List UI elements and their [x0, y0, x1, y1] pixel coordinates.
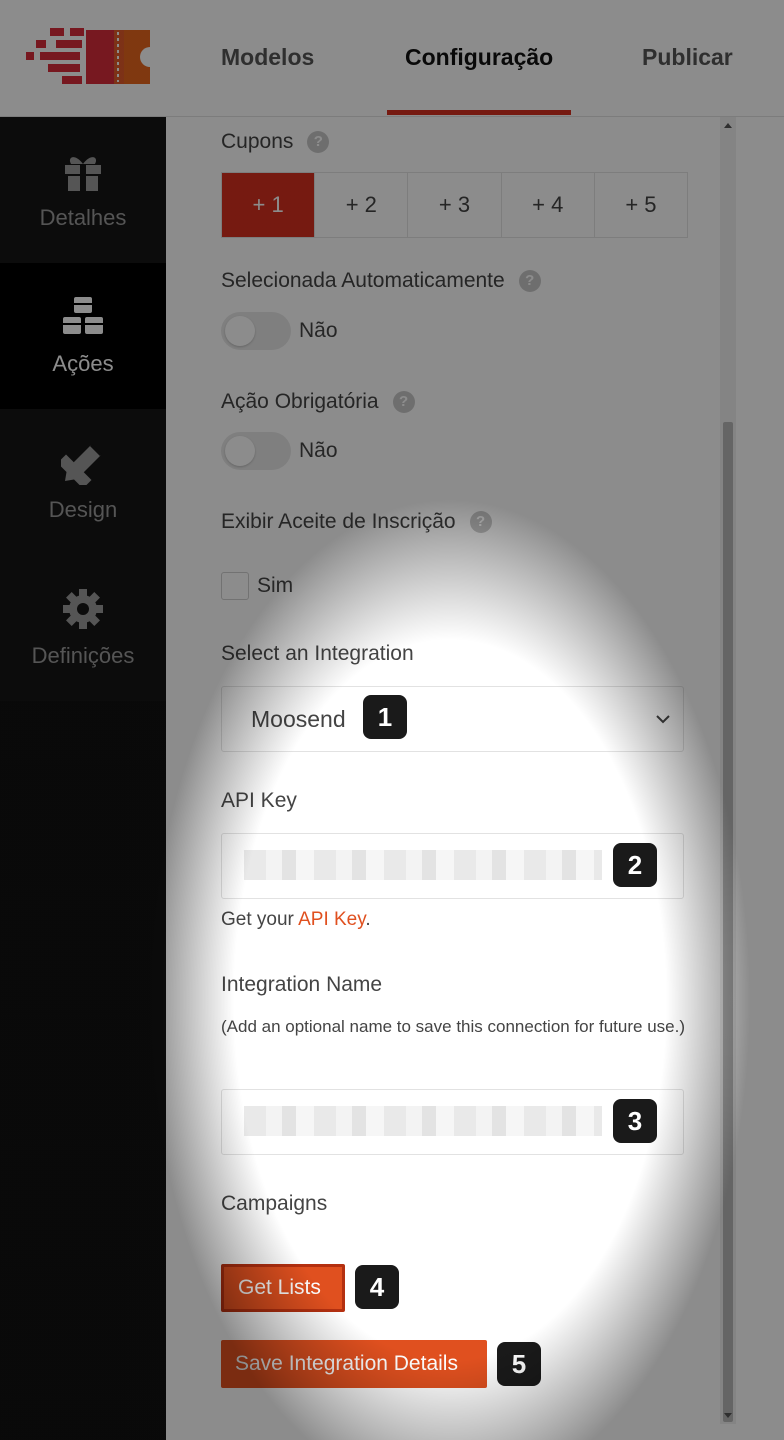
- coupons-label: Cupons ?: [221, 130, 330, 154]
- vertical-scrollbar[interactable]: [720, 117, 736, 1424]
- top-header: Modelos Configuração Publicar: [0, 0, 784, 117]
- api-key-link[interactable]: API Key: [298, 909, 365, 930]
- show-opt-in-label-text: Exibir Aceite de Inscrição: [221, 510, 456, 533]
- pencil-ruler-icon: [61, 443, 103, 485]
- tab-publicar[interactable]: Publicar: [642, 44, 733, 71]
- scroll-down-icon[interactable]: [724, 1413, 732, 1418]
- required-action-toggle[interactable]: [221, 432, 291, 470]
- coupon-option[interactable]: + 4: [501, 173, 595, 237]
- get-lists-button[interactable]: Get Lists: [221, 1264, 345, 1312]
- auto-selected-toggle-row: Não: [221, 312, 338, 350]
- integration-name-label: Integration Name: [221, 973, 383, 996]
- sidebar: Detalhes Ações Design Definições: [0, 117, 166, 1440]
- coupon-option[interactable]: + 2: [315, 173, 409, 237]
- sidebar-item-label: Design: [48, 497, 118, 522]
- sidebar-item-detalhes[interactable]: Detalhes: [0, 117, 166, 263]
- redacted-value: [244, 850, 602, 880]
- sidebar-item-label: Definições: [31, 643, 135, 668]
- sidebar-item-label: Detalhes: [39, 205, 127, 230]
- gift-icon: [65, 157, 101, 191]
- sidebar-item-acoes[interactable]: Ações: [0, 263, 166, 409]
- auto-selected-label-text: Selecionada Automaticamente: [221, 269, 505, 292]
- step-badge: 3: [613, 1099, 657, 1143]
- help-icon[interactable]: ?: [518, 270, 541, 292]
- hint-text: Get your: [221, 909, 299, 930]
- tab-configuracao[interactable]: Configuração: [405, 44, 553, 71]
- step-badge: 5: [497, 1342, 541, 1386]
- coupon-option[interactable]: + 5: [594, 173, 688, 237]
- sidebar-item-design[interactable]: Design: [0, 409, 166, 555]
- scroll-thumb[interactable]: [723, 422, 733, 1422]
- show-opt-in-label: Exibir Aceite de Inscrição ?: [221, 510, 492, 534]
- checkbox-label: Sim: [257, 574, 294, 597]
- save-integration-button[interactable]: Save Integration Details: [221, 1340, 487, 1388]
- coupon-option[interactable]: + 1: [222, 173, 316, 237]
- coupon-selector: + 1 + 2 + 3 + 4 + 5: [221, 172, 688, 238]
- show-opt-in-checkbox[interactable]: [221, 572, 249, 600]
- required-action-label: Ação Obrigatória ?: [221, 390, 415, 414]
- toggle-state-label: Não: [299, 439, 338, 462]
- sidebar-item-label: Ações: [52, 351, 114, 376]
- auto-selected-label: Selecionada Automaticamente ?: [221, 269, 541, 293]
- integration-label: Select an Integration: [221, 642, 414, 665]
- gear-icon: [63, 589, 103, 629]
- help-icon[interactable]: ?: [469, 511, 492, 533]
- chevron-down-icon: [656, 715, 670, 724]
- active-tab-indicator: [387, 110, 571, 115]
- tab-modelos[interactable]: Modelos: [221, 44, 314, 71]
- step-badge: 1: [363, 695, 407, 739]
- coupon-option[interactable]: + 3: [408, 173, 502, 237]
- api-key-hint: Get your API Key.: [221, 909, 371, 931]
- step-badge: 2: [613, 843, 657, 887]
- coupons-label-text: Cupons: [221, 130, 294, 153]
- campaigns-label: Campaigns: [221, 1192, 328, 1215]
- help-icon[interactable]: ?: [392, 391, 415, 413]
- redacted-value: [244, 1106, 602, 1136]
- auto-selected-toggle[interactable]: [221, 312, 291, 350]
- help-icon[interactable]: ?: [307, 131, 330, 153]
- cubes-icon: [63, 297, 103, 334]
- scroll-up-icon[interactable]: [724, 123, 732, 128]
- show-opt-in-checkbox-row: Sim: [221, 572, 293, 600]
- toggle-state-label: Não: [299, 319, 338, 342]
- api-key-label: API Key: [221, 789, 297, 812]
- required-action-toggle-row: Não: [221, 432, 338, 470]
- integration-name-note: (Add an optional name to save this conne…: [221, 1017, 685, 1036]
- integration-select[interactable]: Moosend: [221, 686, 684, 752]
- app-logo: [26, 24, 152, 90]
- required-action-label-text: Ação Obrigatória: [221, 390, 379, 413]
- sidebar-item-definicoes[interactable]: Definições: [0, 555, 166, 701]
- step-badge: 4: [355, 1265, 399, 1309]
- hint-punctuation: .: [365, 909, 371, 930]
- integration-selected-value: Moosend: [251, 705, 346, 732]
